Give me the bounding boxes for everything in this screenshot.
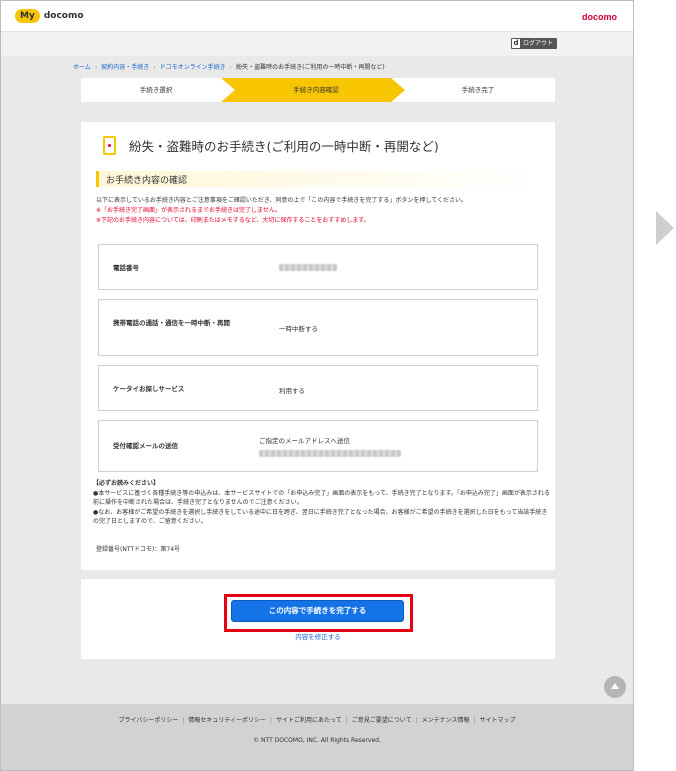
footer-link-maintenance[interactable]: メンテナンス情報 — [422, 717, 470, 724]
my-docomo-logo[interactable]: My docomo — [15, 9, 84, 23]
breadcrumb-home[interactable]: ホーム — [73, 64, 91, 71]
modify-link[interactable]: 内容を修正する — [81, 631, 555, 641]
section-title: お手続き内容の確認 — [106, 176, 188, 186]
progress-steps: 手続き選択 手続き内容確認 手続き完了 — [81, 78, 555, 102]
smartphone-icon — [103, 136, 116, 155]
breadcrumb-online[interactable]: ドコモオンライン手続き — [160, 64, 226, 71]
footer-link-feedback[interactable]: ご意見ご要望について — [352, 717, 412, 724]
row-label: ケータイお探しサービス — [113, 385, 185, 393]
row-value: ご指定のメールアドレスへ送信 — [259, 437, 350, 445]
footer-separator: | — [345, 717, 348, 724]
notice-line: ●なお、お客様がご希望の手続きを選択し手続きをしている途中に日を跨ぎ、翌日に手続… — [93, 508, 548, 526]
detail-row-finder: ケータイお探しサービス 利用する — [98, 365, 538, 411]
my-docomo-text: docomo — [43, 11, 84, 21]
browser-viewport: My docomo docomo d ログアウト ホーム › 契約内容・手続き › ドコ… — [0, 0, 634, 771]
row-label: 電話番号 — [113, 264, 139, 272]
footer-link-privacy[interactable]: プライバシーポリシー — [118, 717, 178, 724]
breadcrumb-contract[interactable]: 契約内容・手続き — [101, 64, 149, 71]
notice-line: ●本サービスに基づく各種手続き等の申込みは、本サービスサイトでの「お申込み完了」… — [93, 489, 550, 507]
step-confirm: 手続き内容確認 — [293, 86, 339, 94]
confirmation-card: 紛失・盗難時のお手続き(ご利用の一時中断・再開など) お手続き内容の確認 以下に… — [81, 122, 555, 570]
detail-row-mail: 受付確認メールの送信 ご指定のメールアドレスへ送信 — [98, 420, 538, 472]
row-label: 受付確認メールの送信 — [113, 442, 178, 450]
notice-title: 【必ずお読みください】 — [93, 480, 160, 487]
footer-separator: | — [182, 717, 185, 724]
breadcrumb-current: 紛失・盗難時のお手続き(ご利用の一時中断・再開など) — [236, 64, 385, 71]
registration-number: 登録番号(NTTドコモ)：第74号 — [96, 546, 181, 553]
docomo-brand-logo[interactable]: docomo — [582, 12, 617, 22]
row-value: 利用する — [279, 387, 305, 395]
logout-button[interactable]: d ログアウト — [510, 38, 557, 49]
masked-phone-number — [279, 264, 337, 271]
footer-separator: | — [415, 717, 418, 724]
footer-separator: | — [270, 717, 273, 724]
row-value: 一時中断する — [279, 325, 318, 333]
footer-link-sitemap[interactable]: サイトマップ — [480, 717, 516, 724]
step-select: 手続き選択 — [139, 86, 173, 94]
footer-links: プライバシーポリシー | 情報セキュリティーポリシー | サイトご利用にあたって | ご意見… — [1, 715, 633, 724]
breadcrumb-separator: › — [229, 64, 233, 71]
row-label: 携帯電話の通話・通信を一時中断・再開 — [113, 319, 230, 327]
footer-separator: | — [473, 717, 476, 724]
scroll-top-icon[interactable] — [604, 676, 626, 698]
section-heading: お手続き内容の確認 — [96, 171, 544, 187]
d-account-icon: d — [511, 39, 520, 48]
detail-row-phone: 電話番号 — [98, 244, 538, 290]
warning-text: ※「お手続き完了画面」が表示されるまでお手続きは完了しません。 — [96, 207, 281, 214]
complete-button[interactable]: この内容で手続きを完了する — [231, 600, 404, 622]
top-header: My docomo docomo — [1, 1, 633, 31]
footer-link-security[interactable]: 情報セキュリティーポリシー — [188, 717, 266, 724]
masked-email — [259, 450, 401, 457]
breadcrumb-separator: › — [94, 64, 98, 71]
copyright: © NTT DOCOMO, INC. All Rights Reserved. — [253, 737, 381, 744]
action-card: この内容で手続きを完了する 内容を修正する — [81, 579, 555, 659]
intro-body: 以下に表示しているお手続き内容とご注意事項をご確認いただき、同意の上で「この内容… — [96, 197, 468, 204]
step-complete: 手続き完了 — [461, 86, 495, 94]
page-title: 紛失・盗難時のお手続き(ご利用の一時中断・再開など) — [129, 139, 439, 154]
footer: プライバシーポリシー | 情報セキュリティーポリシー | サイトご利用にあたって | ご意見… — [1, 704, 633, 770]
next-arrow-icon — [656, 211, 674, 245]
notice-block: 【必ずお読みください】 ●本サービスに基づく各種手続き等の申込みは、本サービスサ… — [93, 479, 551, 527]
breadcrumb-separator: › — [153, 64, 156, 71]
breadcrumb: ホーム › 契約内容・手続き › ドコモオンライン手続き › 紛失・盗難時のお手続き(ご利用… — [73, 62, 385, 71]
footer-link-terms[interactable]: サイトご利用にあたって — [276, 717, 342, 724]
logout-label: ログアウト — [522, 40, 553, 47]
warning-text: ※下記のお手続き内容については、印刷またはメモするなど、大切に保存することをおす… — [96, 217, 370, 224]
detail-row-suspend: 携帯電話の通話・通信を一時中断・再開 一時中断する — [98, 299, 538, 356]
intro-text: 以下に表示しているお手続き内容とご注意事項をご確認いただき、同意の上で「この内容… — [96, 196, 546, 226]
my-badge: My — [15, 9, 40, 23]
